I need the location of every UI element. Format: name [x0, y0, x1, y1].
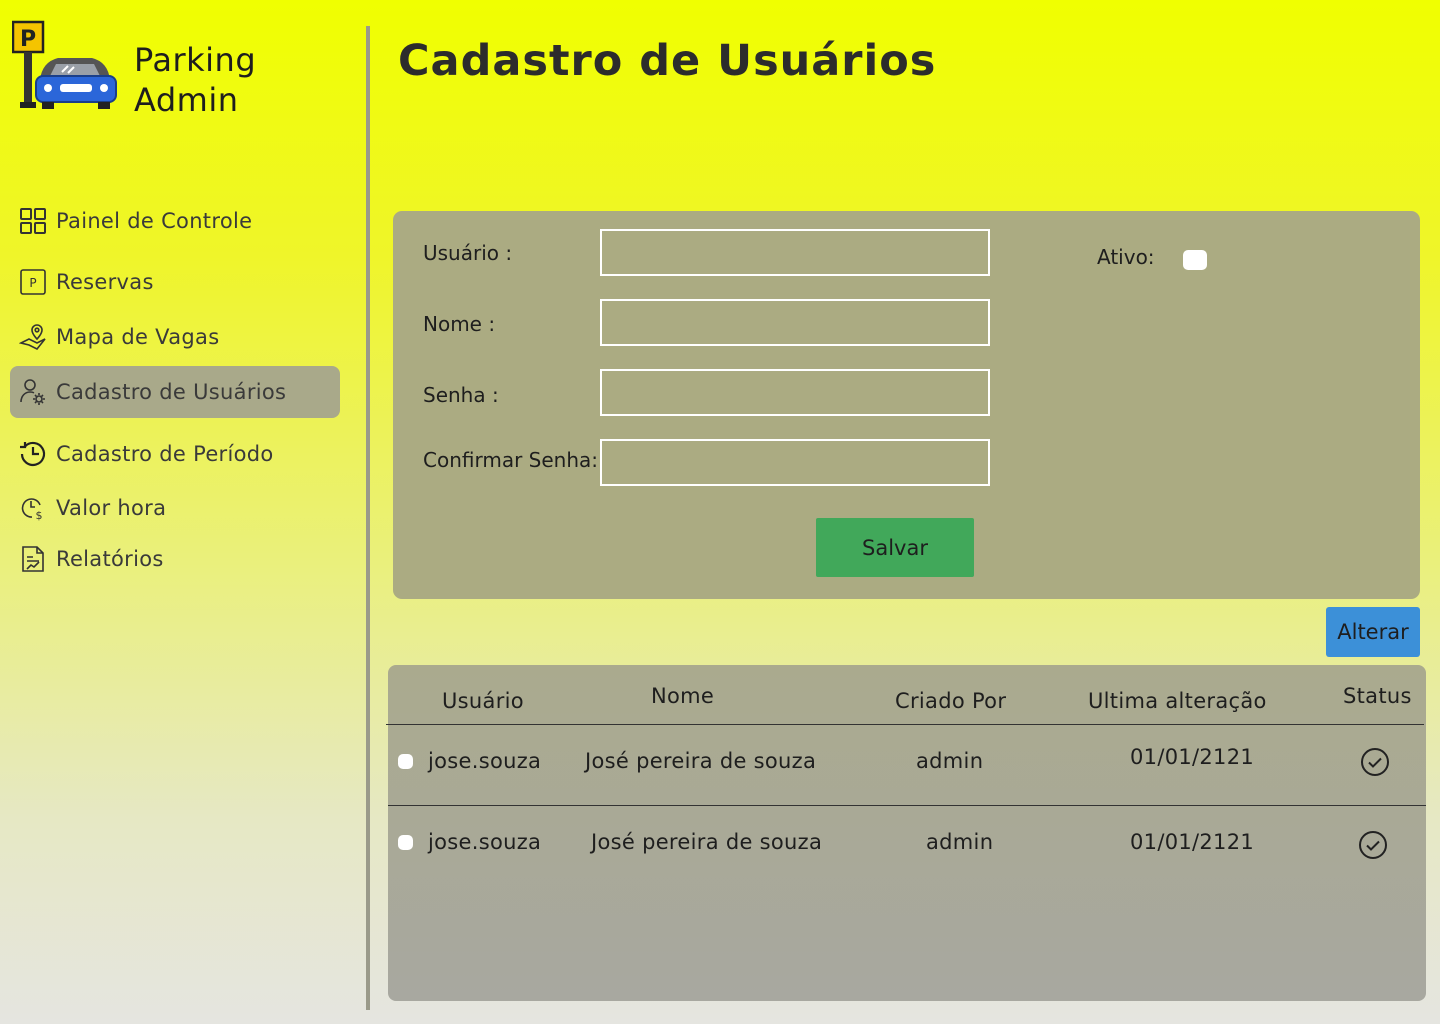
- confirmar-senha-label: Confirmar Senha:: [423, 448, 599, 472]
- save-button[interactable]: Salvar: [816, 518, 974, 577]
- page-title: Cadastro de Usuários: [398, 36, 937, 86]
- cell-usuario: jose.souza: [428, 830, 542, 854]
- check-circle-icon: [1361, 748, 1389, 776]
- brand-line-1: Parking: [134, 41, 257, 79]
- check-circle-icon: [1359, 831, 1387, 859]
- sidebar-item-label: Cadastro de Período: [56, 442, 274, 466]
- ativo-label: Ativo:: [1097, 245, 1155, 269]
- cell-ultima-alteracao: 01/01/2121: [1130, 830, 1255, 854]
- sidebar-divider: [366, 26, 370, 1010]
- report-chart-icon: [10, 533, 56, 585]
- column-header-nome: Nome: [651, 684, 715, 708]
- sidebar-item-label: Cadastro de Usuários: [56, 380, 287, 404]
- sidebar-item-label: Relatórios: [56, 547, 164, 571]
- svg-text:P: P: [20, 27, 36, 52]
- map-pin-icon: [10, 311, 56, 363]
- clock-dollar-icon: $: [10, 482, 56, 534]
- column-header-usuario: Usuário: [442, 689, 524, 713]
- nome-input[interactable]: [600, 299, 990, 346]
- svg-text:$: $: [36, 509, 43, 521]
- row-select-checkbox[interactable]: [398, 754, 413, 769]
- sidebar-item-mapa[interactable]: Mapa de Vagas: [10, 311, 340, 363]
- nome-label: Nome :: [423, 312, 496, 336]
- users-table: Usuário Nome Criado Por Ultima alteração…: [386, 665, 1426, 1001]
- column-header-ultima-alteracao: Ultima alteração: [1088, 689, 1267, 713]
- brand-title: Parking Admin: [134, 40, 256, 120]
- header-divider: [386, 724, 1424, 725]
- sidebar-item-label: Mapa de Vagas: [56, 325, 220, 349]
- alterar-button[interactable]: Alterar: [1326, 607, 1420, 657]
- cell-nome: José pereira de souza: [591, 830, 823, 854]
- user-form-panel: Usuário : Nome : Senha : Confirmar Senha…: [393, 211, 1420, 599]
- cell-usuario: jose.souza: [428, 749, 542, 773]
- cell-criado-por: admin: [916, 749, 984, 773]
- sidebar-item-cadastro-usuarios[interactable]: Cadastro de Usuários: [10, 366, 340, 418]
- column-header-status: Status: [1343, 684, 1412, 708]
- clock-history-icon: [10, 428, 56, 480]
- parking-sign-icon: P: [10, 256, 56, 308]
- svg-text:P: P: [29, 276, 36, 290]
- sidebar-item-reservas[interactable]: P Reservas: [10, 256, 340, 308]
- sidebar-item-cadastro-periodo[interactable]: Cadastro de Período: [10, 428, 340, 480]
- cell-ultima-alteracao: 01/01/2121: [1130, 745, 1255, 769]
- usuario-label: Usuário :: [423, 241, 513, 265]
- sidebar-item-label: Painel de Controle: [56, 209, 253, 233]
- user-settings-icon: [10, 366, 56, 418]
- sidebar-item-valor-hora[interactable]: $ Valor hora: [10, 482, 340, 534]
- sidebar-item-label: Reservas: [56, 270, 154, 294]
- brand-line-2: Admin: [134, 81, 239, 119]
- senha-input[interactable]: [600, 369, 990, 416]
- senha-label: Senha :: [423, 383, 499, 407]
- cell-criado-por: admin: [926, 830, 994, 854]
- column-header-criado-por: Criado Por: [895, 689, 1007, 713]
- confirmar-senha-input[interactable]: [600, 439, 990, 486]
- cell-nome: José pereira de souza: [585, 749, 817, 773]
- row-divider: [388, 805, 1426, 806]
- ativo-checkbox[interactable]: [1183, 250, 1207, 270]
- dashboard-grid-icon: [10, 195, 56, 247]
- row-select-checkbox[interactable]: [398, 835, 413, 850]
- sidebar-item-painel[interactable]: Painel de Controle: [10, 195, 340, 247]
- sidebar-item-relatorios[interactable]: Relatórios: [10, 533, 340, 585]
- sidebar-item-label: Valor hora: [56, 496, 167, 520]
- usuario-input[interactable]: [600, 229, 990, 276]
- parking-car-logo: P: [12, 20, 117, 109]
